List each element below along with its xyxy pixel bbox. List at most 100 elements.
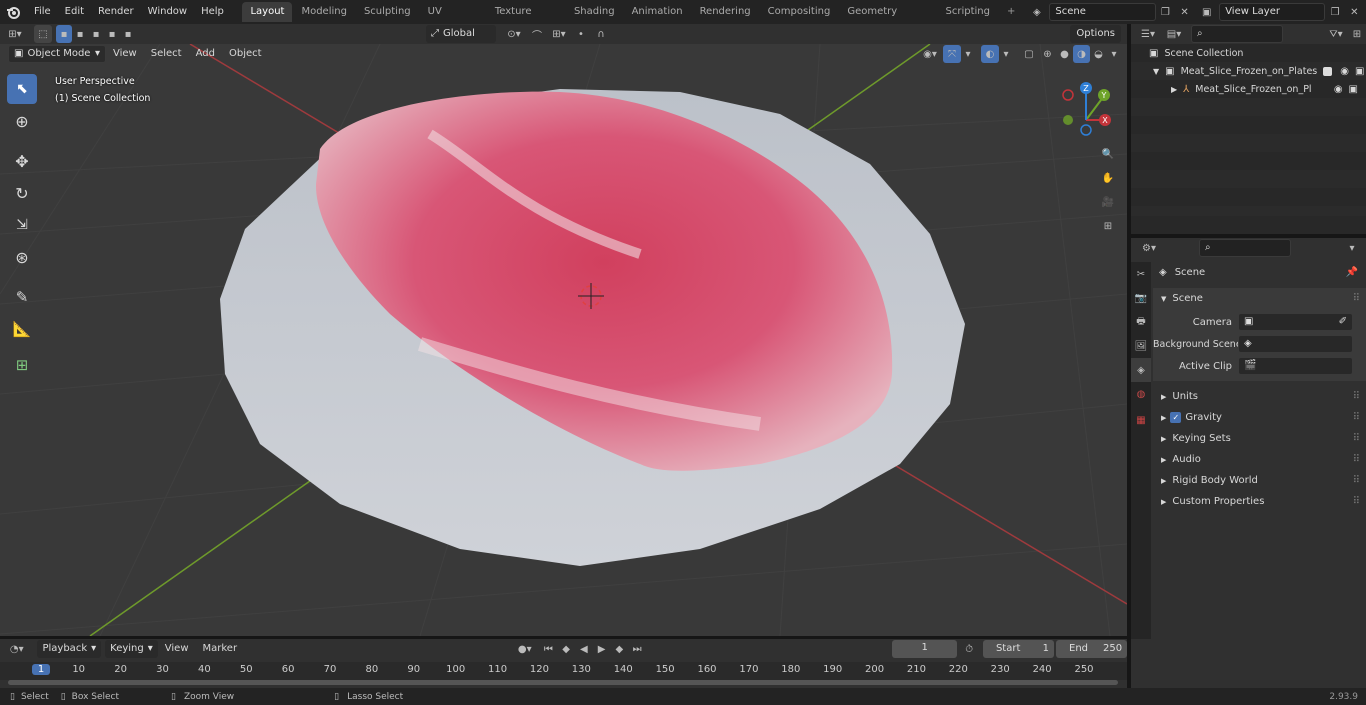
playback-menu[interactable]: Playback ▾ (37, 640, 102, 658)
active-clip-field[interactable]: 🎬 (1238, 357, 1353, 375)
view-layer-browse-icon[interactable]: ▣ (1194, 3, 1219, 21)
scene-close-icon[interactable]: ✕ (1175, 3, 1194, 21)
timeline-menu-marker[interactable]: Marker (196, 639, 245, 659)
end-frame-field[interactable]: End 250 (1056, 640, 1128, 658)
properties-editor-type-icon[interactable]: ⚙▾ (1135, 239, 1163, 257)
material-shading-icon[interactable]: ◑ (1073, 45, 1090, 63)
tab-sculpting[interactable]: Sculpting (356, 2, 419, 22)
annotate-tool[interactable]: ✎ (7, 282, 37, 312)
display-mode-icon[interactable]: ▤▾ (1161, 25, 1187, 43)
cursor-tool[interactable]: ⊕ (7, 106, 37, 136)
texture-tab-icon[interactable]: ▦ (1131, 406, 1151, 434)
menu-edit[interactable]: Edit (58, 0, 91, 24)
shading-dropdown-icon[interactable]: ▾ (1107, 45, 1121, 63)
gravity-panel[interactable]: ▶ ✓ Gravity ⠿ (1153, 407, 1366, 428)
editor-type-icon[interactable]: ⊞▾ (0, 25, 30, 43)
overlay-toggle-icon[interactable]: ◐ (981, 45, 999, 63)
new-collection-icon[interactable]: ⊞ (1348, 25, 1366, 43)
move-tool[interactable]: ✥ (7, 146, 37, 176)
drag-handle-icon[interactable]: ⠿ (1353, 433, 1360, 444)
exclude-checkbox-icon[interactable] (1323, 66, 1333, 76)
properties-options-icon[interactable]: ▾ (1342, 239, 1362, 257)
drag-handle-icon[interactable]: ⠿ (1353, 454, 1360, 465)
units-panel[interactable]: ▶ Units ⠿ (1153, 386, 1366, 407)
auto-keying-icon[interactable]: ●▾ (510, 640, 540, 658)
select-invert-icon[interactable]: ▪ (104, 25, 120, 43)
outliner-search-input[interactable]: ⌕ (1191, 25, 1283, 43)
outliner-row-object[interactable]: ▶ ⅄ Meat_Slice_Frozen_on_Pl ◉ ▣ (1131, 80, 1366, 98)
select-new-icon[interactable]: ▪ (56, 25, 72, 43)
viewport-menu-add[interactable]: Add (189, 44, 222, 64)
drag-handle-icon[interactable]: ⠿ (1353, 412, 1360, 423)
rotate-tool[interactable]: ↻ (7, 178, 37, 208)
tab-layout[interactable]: Layout (242, 2, 293, 22)
menu-window[interactable]: Window (141, 0, 194, 24)
menu-render[interactable]: Render (91, 0, 141, 24)
scene-panel-header[interactable]: ▼ Scene ⠿ (1153, 288, 1366, 309)
current-frame-marker[interactable]: 1 (32, 664, 50, 675)
output-tab-icon[interactable]: 🖶 (1131, 310, 1151, 334)
select-extend-icon[interactable]: ▪ (72, 25, 88, 43)
render-camera-icon[interactable]: ▣ (1355, 66, 1364, 77)
viewport-menu-select[interactable]: Select (144, 44, 189, 64)
camera-field[interactable]: ▣ ✐ (1238, 313, 1353, 331)
menu-help[interactable]: Help (194, 0, 231, 24)
pin-icon[interactable]: 📌 (1346, 267, 1358, 278)
viewport-menu-object[interactable]: Object (222, 44, 269, 64)
jump-start-icon[interactable]: ⏮ (540, 640, 558, 658)
current-frame-field[interactable]: 1 (892, 640, 958, 658)
rendered-shading-icon[interactable]: ◒ (1090, 45, 1107, 63)
scene-browse-icon[interactable]: ◈ (1024, 3, 1049, 21)
outliner-editor-type-icon[interactable]: ☰▾ (1135, 25, 1161, 43)
drag-handle-icon[interactable]: ⠿ (1353, 496, 1360, 507)
wireframe-shading-icon[interactable]: ⊕ (1039, 45, 1056, 63)
view-layer-field[interactable]: View Layer (1219, 3, 1326, 21)
play-icon[interactable]: ▶ (593, 640, 611, 658)
scene-tab-icon[interactable]: ◈ (1131, 358, 1151, 382)
scale-tool[interactable]: ⇲ (7, 210, 37, 240)
timeline-scrollbar[interactable] (8, 680, 1118, 685)
render-camera-icon[interactable]: ▣ (1349, 84, 1358, 95)
tab-rendering[interactable]: Rendering (692, 2, 759, 22)
drag-handle-icon[interactable]: ⠿ (1353, 475, 1360, 486)
tab-compositing[interactable]: Compositing (760, 2, 839, 22)
visibility-filter-icon[interactable]: ◉▾ (917, 45, 943, 63)
view-layer-close-icon[interactable]: ✕ (1345, 3, 1364, 21)
audio-panel[interactable]: ▶ Audio ⠿ (1153, 449, 1366, 470)
overlay-dropdown-icon[interactable]: ▾ (999, 45, 1013, 63)
proportional-edit-icon[interactable]: • (572, 25, 590, 43)
eye-icon[interactable]: ◉ (1340, 66, 1349, 77)
timeline-editor-type-icon[interactable]: ◔▾ (0, 640, 33, 658)
gizmo-toggle-icon[interactable]: ⤧ (943, 45, 961, 63)
viewport-menu-view[interactable]: View (106, 44, 144, 64)
view-layer-copy-icon[interactable]: ❐ (1325, 3, 1344, 21)
world-tab-icon[interactable]: ◍ (1131, 382, 1151, 406)
blender-logo-icon[interactable] (0, 3, 27, 21)
outliner-row-scene-collection[interactable]: ▣ Scene Collection (1131, 44, 1366, 62)
scene-copy-icon[interactable]: ❐ (1156, 3, 1175, 21)
tab-uv-editing[interactable]: UV Editing (420, 2, 486, 37)
tab-texture-paint[interactable]: Texture Paint (487, 2, 565, 37)
camera-view-icon[interactable]: 🎥 (1098, 190, 1118, 214)
properties-search-input[interactable]: ⌕ (1199, 239, 1291, 257)
tab-animation[interactable]: Animation (624, 2, 691, 22)
select-intersect-icon[interactable]: ▪ (120, 25, 136, 43)
menu-file[interactable]: File (27, 0, 58, 24)
background-scene-field[interactable]: ◈ (1238, 335, 1353, 353)
xray-toggle-icon[interactable]: ▢ (1019, 45, 1039, 63)
transform-orientation-dropdown[interactable]: ⤢ Global (426, 25, 496, 43)
custom-properties-panel[interactable]: ▶ Custom Properties ⠿ (1153, 491, 1366, 512)
keying-sets-panel[interactable]: ▶ Keying Sets ⠿ (1153, 428, 1366, 449)
gizmo-dropdown-icon[interactable]: ▾ (961, 45, 975, 63)
jump-end-icon[interactable]: ⏭ (628, 640, 646, 658)
add-workspace-button[interactable]: + (999, 2, 1023, 22)
frame-ruler[interactable]: 1 10 20 30 40 50 60 70 80 90 100 110 120 130 140 150 160… (0, 662, 1127, 680)
jump-keyframe-forward-icon[interactable]: ◆ (610, 640, 628, 658)
navigation-gizmo[interactable]: Z Y X (1058, 80, 1118, 140)
tab-geometry-nodes[interactable]: Geometry Nodes (839, 2, 936, 37)
3d-viewport[interactable]: ▣ Object Mode ▾ View Select Add Object ◉… (0, 44, 1127, 636)
eye-icon[interactable]: ◉ (1334, 84, 1343, 95)
pivot-point-icon[interactable]: ⊙▾ (500, 25, 528, 43)
play-reverse-icon[interactable]: ◀ (575, 640, 593, 658)
select-tool-icon[interactable]: ⬚ (34, 25, 52, 43)
